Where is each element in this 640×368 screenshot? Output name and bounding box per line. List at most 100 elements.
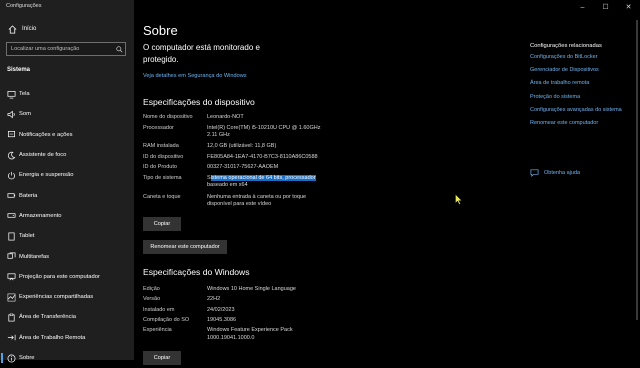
home-icon (6, 24, 18, 34)
spec-row: Experiência Windows Feature Experience P… (143, 327, 403, 344)
moon-icon (6, 150, 16, 160)
sidebar-item-assistente-foco[interactable]: Assistente de foco (0, 145, 134, 165)
advanced-system-settings-link[interactable]: Configurações avançadas do sistema (530, 107, 640, 120)
sidebar-item-label: Área de Transferência (19, 314, 77, 321)
sidebar-item-label: Multitarefas (19, 253, 49, 260)
sidebar-item-armazenamento[interactable]: Armazenamento (0, 206, 134, 226)
spec-key: ID do Produto (143, 164, 177, 170)
spec-row: ID do Produto 00327-31017-75627-AAOEM (143, 164, 403, 175)
related-settings: Configurações relacionadas Configurações… (530, 43, 640, 133)
spec-key: Tipo de sistema (143, 174, 182, 181)
sidebar-item-label: Notificações e ações (19, 131, 73, 138)
spec-value: 24/02/2023 (207, 306, 235, 313)
security-details-link[interactable]: Veja detalhes em Segurança do Windows (143, 73, 247, 79)
search-icon[interactable] (113, 45, 125, 53)
sidebar: Configurações Início Localizar uma confi… (0, 0, 134, 364)
spec-key: Versão (143, 296, 161, 303)
home-label: Início (22, 26, 37, 32)
sidebar-item-bateria[interactable]: Bateria (0, 185, 134, 205)
device-manager-link[interactable]: Gerenciador de Dispositivos (530, 67, 640, 80)
window-controls: – ☐ ✕ (571, 0, 640, 14)
spec-value: FE805A84-1EA7-4170-B7C3-8110A86C0588 (207, 153, 318, 160)
spec-key: ID do dispositivo (143, 153, 184, 160)
spec-key: RAM instalada (143, 143, 179, 149)
spec-row: Versão 22H2 (143, 296, 403, 306)
sidebar-item-projecao[interactable]: Projeção para este computador (0, 267, 134, 287)
spec-key: Processador (143, 124, 174, 131)
sidebar-item-area-transferencia[interactable]: Área de Transferência (0, 307, 134, 327)
rename-computer-link[interactable]: Renomear este computador (530, 120, 640, 133)
sidebar-item-sobre[interactable]: Sobre (0, 348, 134, 368)
windows-specs-table: Edição Windows 10 Home Single Language V… (143, 286, 403, 344)
get-help-link[interactable]: Obtenha ajuda (530, 164, 580, 182)
spec-key: Nome do dispositivo (143, 114, 193, 120)
rename-computer-button[interactable]: Renomear este computador (143, 240, 227, 254)
sidebar-nav: Tela Som Notificações e ações Assistente… (0, 84, 134, 368)
spec-row: Nome do dispositivo Leonardo-NOT (143, 114, 403, 125)
spec-key: Instalado em (143, 306, 175, 313)
main-content: – ☐ ✕ Sobre O computador está monitorado… (134, 0, 640, 365)
sidebar-item-energia[interactable]: Energia e suspensão (0, 165, 134, 185)
spec-value: Leonardo-NOT (207, 114, 244, 120)
sidebar-item-label: Experiências compartilhadas (19, 294, 94, 301)
sidebar-item-label: Projeção para este computador (19, 273, 100, 280)
search-placeholder: Localizar uma configuração (11, 46, 80, 52)
spec-key: Experiência (143, 327, 172, 334)
spec-value: Nenhuma entrada à caneta ou por toque di… (207, 193, 307, 208)
multitask-icon (6, 252, 16, 262)
sidebar-item-som[interactable]: Som (0, 104, 134, 124)
maximize-button[interactable]: ☐ (594, 0, 617, 14)
spec-value: 00327-31017-75627-AAOEM (207, 164, 279, 170)
windows-specs-heading: Especificações do Windows (143, 267, 250, 277)
related-settings-title: Configurações relacionadas (530, 43, 602, 49)
remote-desktop-link[interactable]: Área de trabalho remota (530, 80, 640, 93)
copy-windows-specs-button[interactable]: Copiar (143, 351, 181, 365)
close-button[interactable]: ✕ (617, 0, 640, 14)
spec-value: 22H2 (207, 296, 221, 303)
spec-row: Processador Intel(R) Core(TM) i5-10210U … (143, 125, 403, 144)
home-nav-item[interactable]: Início (4, 21, 130, 37)
sidebar-item-tela[interactable]: Tela (0, 84, 134, 104)
bitlocker-link[interactable]: Configurações do BitLocker (530, 54, 640, 67)
tablet-icon (6, 231, 16, 241)
spec-row: RAM instalada 12,0 GB (utilizável: 11,8 … (143, 143, 403, 154)
scrollbar[interactable] (636, 20, 638, 320)
shared-icon (6, 292, 16, 302)
get-help-label: Obtenha ajuda (544, 170, 581, 176)
security-status: O computador está monitorado e protegido… (143, 43, 260, 64)
sidebar-item-experiencias[interactable]: Experiências compartilhadas (0, 287, 134, 307)
info-icon (6, 353, 16, 363)
spec-value: Windows Feature Experience Pack 1000.190… (207, 327, 293, 341)
sidebar-item-label: Assistente de foco (19, 152, 67, 159)
device-specs-table: Nome do dispositivo Leonardo-NOT Process… (143, 114, 403, 212)
spec-value: Windows 10 Home Single Language (207, 286, 296, 292)
sidebar-item-multitarefas[interactable]: Multitarefas (0, 246, 134, 266)
device-specs-heading: Especificações do dispositivo (143, 97, 255, 107)
battery-icon (6, 191, 16, 201)
spec-row: Caneta e toque Nenhuma entrada à caneta … (143, 194, 403, 212)
sidebar-item-label: Armazenamento (19, 212, 62, 219)
sidebar-item-notificacoes[interactable]: Notificações e ações (0, 125, 134, 145)
search-input[interactable]: Localizar uma configuração (6, 42, 126, 56)
notification-icon (6, 130, 16, 140)
sidebar-item-tablet[interactable]: Tablet (0, 226, 134, 246)
copy-device-specs-button[interactable]: Copiar (143, 217, 181, 231)
sidebar-item-label: Tela (19, 91, 30, 98)
power-icon (6, 170, 16, 180)
page-title: Sobre (143, 23, 178, 38)
minimize-button[interactable]: – (571, 0, 594, 14)
sidebar-item-label: Som (19, 111, 31, 118)
sidebar-item-area-trabalho-remota[interactable]: Área de Trabalho Remota (0, 328, 134, 348)
spec-row: Edição Windows 10 Home Single Language (143, 286, 403, 296)
spec-row: Compilação do SO 19045.3086 (143, 317, 403, 327)
spec-row: Tipo de sistema Sistema operacional de 6… (143, 174, 403, 194)
app-title: Configurações (6, 3, 42, 9)
sidebar-item-label: Sobre (19, 355, 35, 361)
selected-text: istema operacional de 64 bits, processad… (210, 174, 316, 181)
sidebar-item-label: Tablet (19, 233, 35, 240)
spec-value[interactable]: Sistema operacional de 64 bits, processa… (207, 174, 331, 194)
system-protection-link[interactable]: Proteção do sistema (530, 94, 640, 107)
sidebar-section-title: Sistema (7, 67, 31, 73)
spec-row: ID do dispositivo FE805A84-1EA7-4170-B7C… (143, 154, 403, 165)
spec-value-part: baseado em x64 (207, 182, 248, 188)
